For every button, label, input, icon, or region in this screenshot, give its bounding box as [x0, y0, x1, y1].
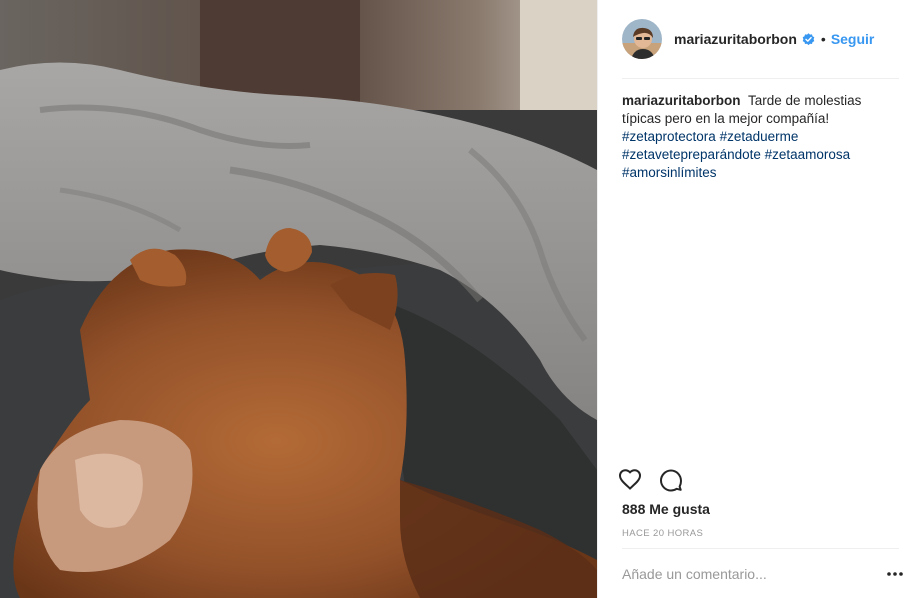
- comment-icon[interactable]: [659, 468, 683, 492]
- post-actions: [618, 468, 700, 492]
- hashtag-link[interactable]: #zetaduerme: [720, 129, 799, 144]
- comment-divider: [622, 548, 899, 549]
- hashtag-link[interactable]: #zetaamorosa: [765, 147, 851, 162]
- comment-input[interactable]: [622, 565, 842, 583]
- likes-count[interactable]: 888 Me gusta: [622, 501, 710, 517]
- hashtag-link[interactable]: #zetavetepreparándote: [622, 147, 761, 162]
- user-avatar[interactable]: [622, 19, 662, 59]
- post-caption: mariazuritaborbon Tarde de molestias típ…: [622, 92, 892, 182]
- instagram-post: mariazuritaborbon • Seguir mariazuritabo…: [0, 0, 913, 598]
- dog-photo-image: [0, 0, 597, 598]
- header-separator: •: [820, 31, 826, 47]
- post-header: mariazuritaborbon • Seguir: [598, 0, 913, 78]
- post-photo[interactable]: [0, 0, 597, 598]
- follow-button[interactable]: Seguir: [831, 31, 875, 47]
- caption-username-link[interactable]: mariazuritaborbon: [622, 93, 741, 108]
- post-timestamp[interactable]: HACE 20 HORAS: [622, 528, 703, 539]
- header-divider: [622, 78, 899, 79]
- post-sidebar: mariazuritaborbon • Seguir mariazuritabo…: [597, 0, 913, 598]
- verified-badge-icon: [802, 32, 815, 46]
- more-options-icon[interactable]: [885, 565, 905, 583]
- username-link[interactable]: mariazuritaborbon: [674, 31, 797, 47]
- hashtag-link[interactable]: #zetaprotectora: [622, 129, 716, 144]
- heart-icon[interactable]: [618, 468, 642, 492]
- hashtag-link[interactable]: #amorsinlímites: [622, 165, 717, 180]
